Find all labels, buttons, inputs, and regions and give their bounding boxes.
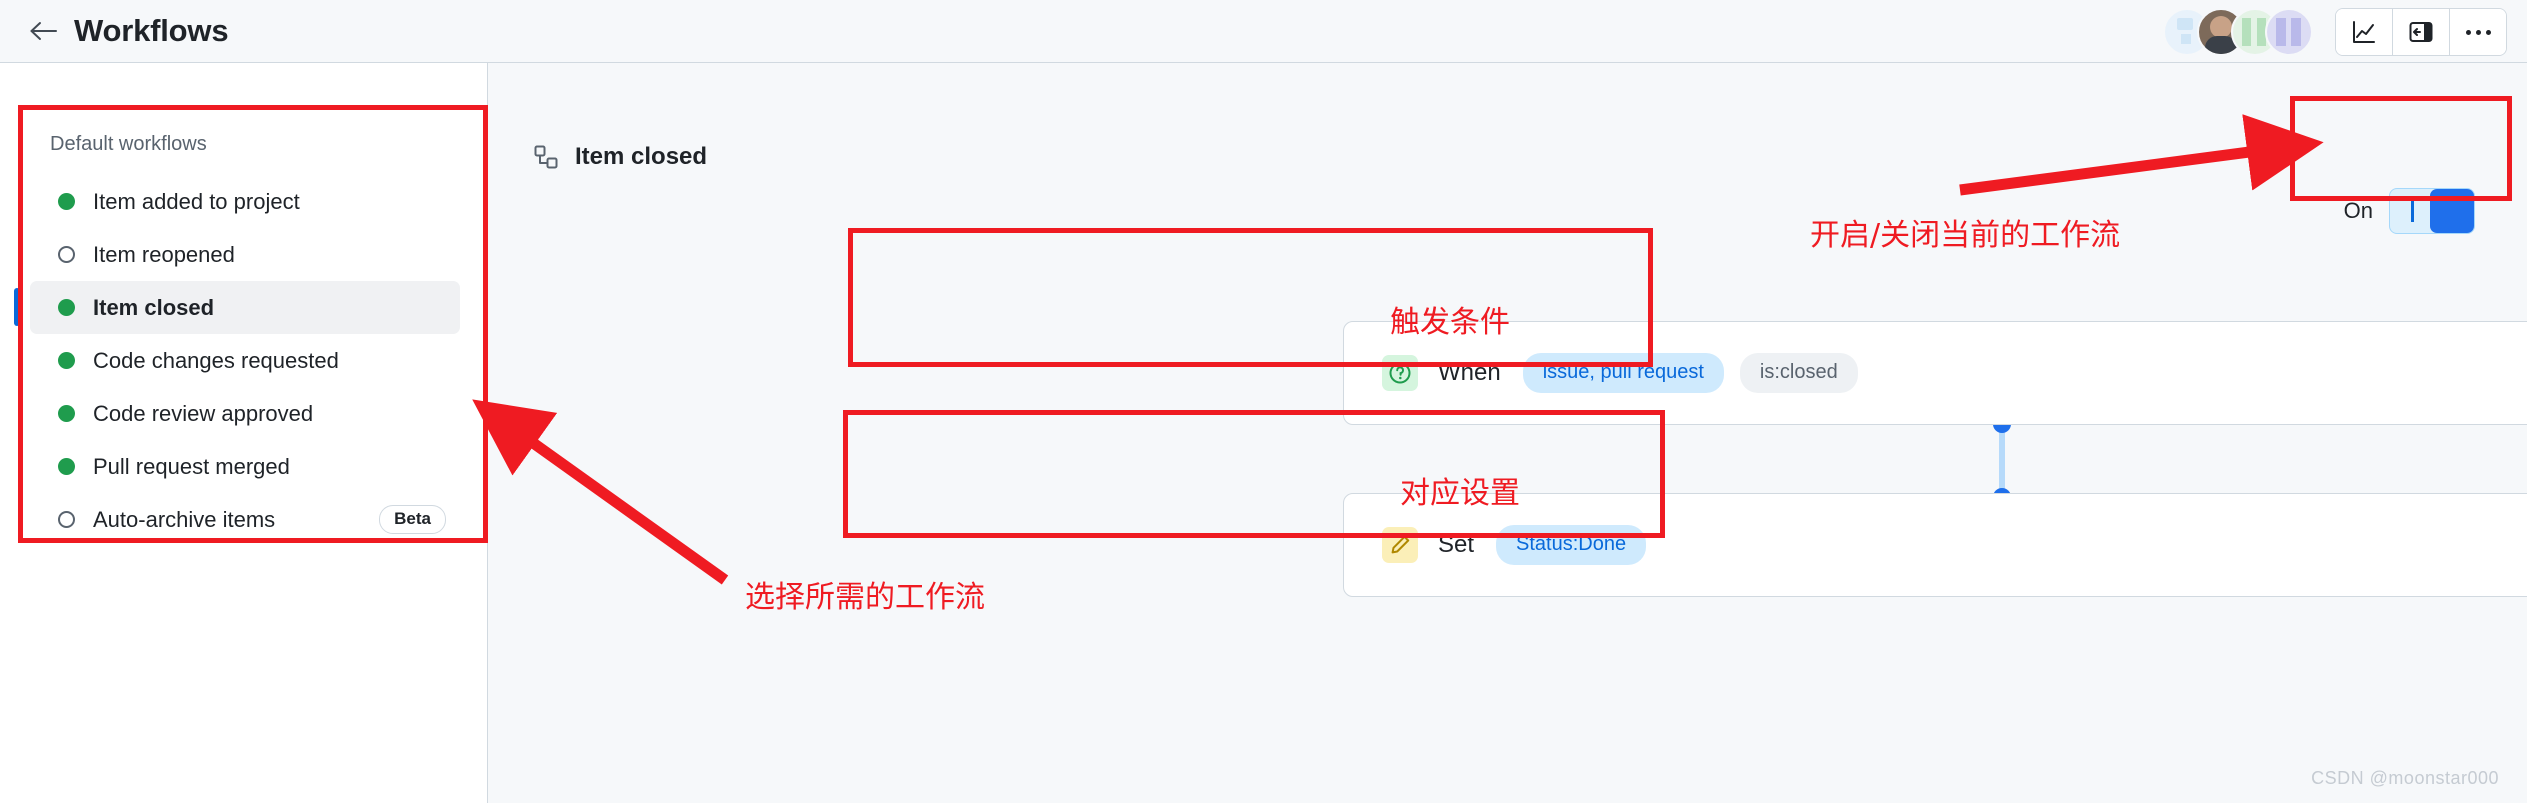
status-dot-disabled-icon <box>58 246 75 263</box>
status-dot-enabled-icon <box>58 299 75 316</box>
kebab-menu-icon <box>2465 29 2491 35</box>
trigger-filter-chip[interactable]: is:closed <box>1739 353 1858 393</box>
sidebar-item-pull-request-merged[interactable]: Pull request merged <box>30 440 460 493</box>
workflow-icon <box>534 145 558 169</box>
status-dot-enabled-icon <box>58 458 75 475</box>
workflow-detail-pane: Item closed On When issue, pull request … <box>488 63 2527 803</box>
sidebar-item-label: Item closed <box>93 294 215 320</box>
sidebar-item-item-added-to-project[interactable]: Item added to project <box>30 175 460 228</box>
toggle-state-label: On <box>2343 198 2373 223</box>
topbar-actions <box>2163 8 2507 56</box>
avatar[interactable] <box>2265 8 2313 56</box>
sidebar-item-label: Item reopened <box>93 241 235 267</box>
status-dot-enabled-icon <box>58 405 75 422</box>
watermark: CSDN @moonstar000 <box>2311 768 2499 788</box>
more-options-button[interactable] <box>2450 9 2506 55</box>
sidebar-item-auto-archive-items[interactable]: Auto-archive items Beta <box>30 493 460 546</box>
status-dot-enabled-icon <box>58 193 75 210</box>
trigger-card[interactable]: When issue, pull request is:closed <box>1343 321 2527 425</box>
toggle-on-bar-icon <box>2411 201 2414 222</box>
sidebar-item-label: Code changes requested <box>93 347 339 373</box>
action-card[interactable]: Set Status:Done <box>1343 493 2527 597</box>
sidebar-heading: Default workflows <box>50 133 207 155</box>
page-title: Workflows <box>74 13 229 48</box>
action-verb-label: Set <box>1438 531 1475 558</box>
pencil-icon <box>1382 527 1418 563</box>
workflow-enable-toggle-wrap: On <box>2344 188 2475 234</box>
sidebar-item-item-closed[interactable]: Item closed <box>14 281 460 334</box>
toggle-sidepanel-button[interactable] <box>2393 9 2450 55</box>
sidebar-item-item-reopened[interactable]: Item reopened <box>30 228 460 281</box>
avatar-group[interactable] <box>2163 8 2313 56</box>
sidebar-item-label: Code review approved <box>93 400 314 426</box>
line-chart-icon <box>2353 21 2375 43</box>
workflow-enable-toggle[interactable] <box>2389 188 2475 234</box>
status-dot-enabled-icon <box>58 352 75 369</box>
workflow-list: Item added to project Item reopened Item… <box>14 175 460 546</box>
workflow-detail-header: Item closed <box>533 143 707 171</box>
toolbar-button-group <box>2335 8 2507 56</box>
sidebar-item-label: Auto-archive items <box>93 506 276 532</box>
action-status-chip[interactable]: Status:Done <box>1496 525 1647 565</box>
top-bar: Workflows <box>0 0 2527 62</box>
arrow-left-icon <box>30 22 57 40</box>
insights-button[interactable] <box>2336 9 2393 55</box>
side-panel-icon <box>2409 22 2433 42</box>
trigger-item-type-chip[interactable]: issue, pull request <box>1522 353 1724 393</box>
trigger-verb-label: When <box>1438 359 1501 386</box>
back-button[interactable] <box>26 14 60 48</box>
sidebar-item-label: Item added to project <box>93 188 300 214</box>
sidebar-item-label: Pull request merged <box>93 453 290 479</box>
toggle-knob <box>2430 189 2474 233</box>
beta-badge: Beta <box>379 505 446 534</box>
status-dot-disabled-icon <box>58 511 75 528</box>
workflows-sidebar: Default workflows Item added to project … <box>0 63 488 803</box>
workflow-title: Item closed <box>575 143 708 170</box>
sidebar-item-code-changes-requested[interactable]: Code changes requested <box>30 334 460 387</box>
question-circle-icon <box>1382 355 1418 391</box>
sidebar-item-code-review-approved[interactable]: Code review approved <box>30 387 460 440</box>
